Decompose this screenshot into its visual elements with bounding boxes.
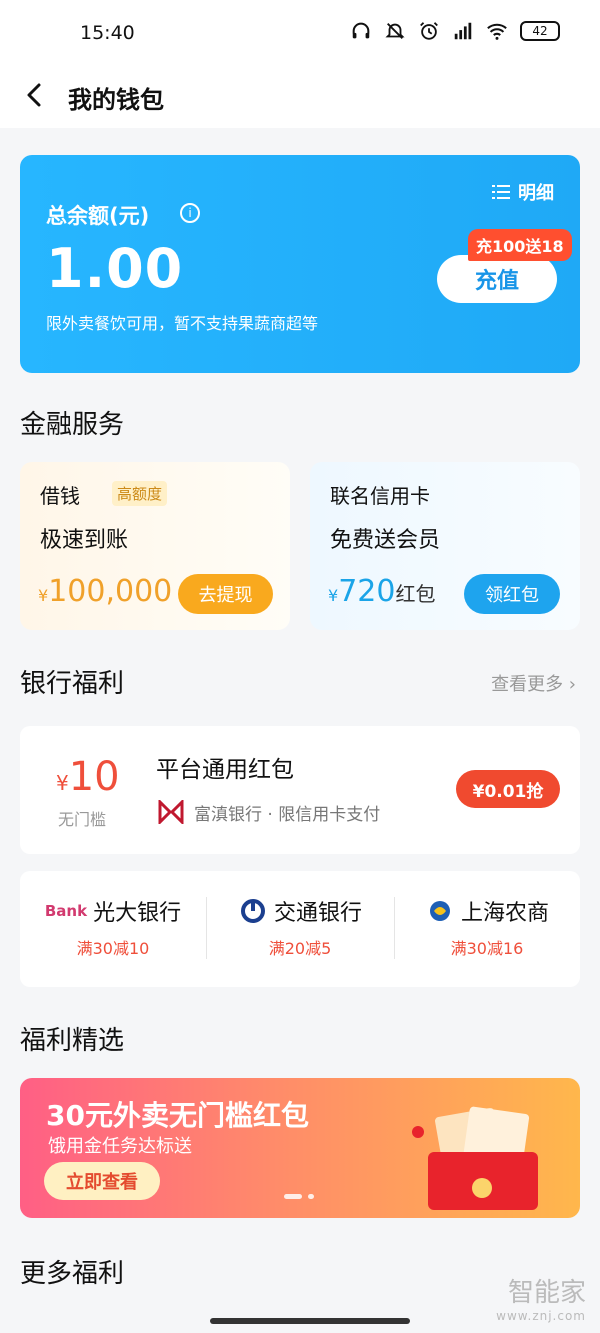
finance-section-title: 金融服务: [20, 410, 125, 440]
red-envelope-illustration-icon: [412, 1106, 538, 1210]
balance-limit-note: 限外卖餐饮可用，暂不支持果蔬商超等: [46, 314, 319, 333]
bank-name: 交通银行: [273, 901, 362, 926]
bank-deal: 满30减16: [450, 939, 524, 958]
mute-icon: [385, 23, 405, 39]
bank-name: 上海农商: [460, 901, 549, 926]
more-benefits-section-title: 更多福利: [20, 1259, 125, 1289]
banner-title: 30元外卖无门槛红包: [46, 1099, 309, 1132]
signal-icon: [454, 22, 472, 40]
carousel-dots: [284, 1194, 314, 1199]
status-bar: 15:40 42: [0, 0, 600, 64]
fudian-bank-logo-icon: [158, 800, 184, 824]
bank-name: 光大银行: [93, 901, 182, 926]
bank-offer-item[interactable]: 交通银行 满20减5: [207, 895, 393, 959]
detail-link[interactable]: 明细: [492, 179, 554, 205]
coupon-condition: 无门槛: [58, 810, 107, 829]
loan-name: 借钱: [40, 484, 80, 508]
page-header: 我的钱包: [0, 64, 600, 128]
shanghai-rural-bank-logo-icon: [429, 901, 450, 921]
info-icon[interactable]: i: [180, 203, 200, 223]
credit-card-amount: ¥720红包: [328, 574, 436, 609]
watermark: 智能家 www.znj.com: [496, 1278, 586, 1323]
bank-of-communications-logo-icon: [240, 899, 265, 923]
bank-benefits-section-title: 银行福利: [20, 669, 125, 699]
status-icons: 42: [350, 20, 560, 42]
wifi-icon: [487, 23, 507, 40]
detail-label: 明细: [518, 183, 554, 204]
bank-offers: Bank 光大银行 满30减10 交通银行 满20减5 上海农商 满30减16: [20, 871, 580, 987]
status-time: 15:40: [80, 22, 135, 44]
home-indicator[interactable]: [210, 1318, 410, 1324]
coupon-description: 富滇银行 · 限信用卡支付: [194, 805, 381, 825]
battery-icon: 42: [520, 21, 560, 41]
credit-card-subtitle: 免费送会员: [330, 528, 441, 553]
recharge-promo-badge: 充100送18: [468, 229, 572, 261]
loan-tag: 高额度: [112, 481, 168, 506]
page-title: 我的钱包: [68, 86, 164, 114]
loan-amount: ¥100,000: [38, 574, 173, 609]
promo-banner[interactable]: 30元外卖无门槛红包 饿用金任务达标送 立即查看: [20, 1078, 580, 1218]
recharge-button[interactable]: 充值: [437, 255, 557, 303]
back-arrow-icon[interactable]: [20, 80, 50, 110]
headphones-icon: [352, 22, 370, 39]
credit-card-name: 联名信用卡: [330, 484, 430, 508]
coupon-card[interactable]: ¥10 无门槛 平台通用红包 富滇银行 · 限信用卡支付 ¥0.01抢: [20, 726, 580, 854]
wallet-balance-card: 总余额(元) i 1.00 限外卖餐饮可用，暂不支持果蔬商超等 明细 充值 充1…: [20, 155, 580, 373]
list-icon: [492, 185, 510, 199]
banner-subtitle: 饿用金任务达标送: [48, 1136, 192, 1157]
bank-deal: 满30减10: [76, 939, 150, 958]
featured-section-title: 福利精选: [20, 1026, 125, 1056]
bank-offer-item[interactable]: Bank 光大银行 满30减10: [20, 895, 206, 959]
bank-deal: 满20减5: [268, 939, 332, 958]
grab-coupon-button[interactable]: ¥0.01抢: [456, 770, 560, 808]
loan-subtitle: 极速到账: [40, 528, 129, 553]
see-more-link[interactable]: 查看更多 ›: [491, 670, 576, 696]
withdraw-button[interactable]: 去提现: [178, 574, 273, 614]
credit-card-card[interactable]: 联名信用卡 免费送会员 ¥720红包 领红包: [310, 462, 580, 630]
alarm-icon: [420, 22, 438, 40]
balance-amount: 1.00: [46, 237, 184, 300]
get-red-packet-button[interactable]: 领红包: [464, 574, 560, 614]
balance-label: 总余额(元): [46, 204, 150, 228]
bank-offer-item[interactable]: 上海农商 满30减16: [394, 895, 580, 959]
view-now-button[interactable]: 立即查看: [44, 1162, 160, 1200]
coupon-name: 平台通用红包: [156, 757, 294, 783]
coupon-amount: ¥10: [56, 754, 120, 800]
loan-card[interactable]: 借钱 高额度 极速到账 ¥100,000 去提现: [20, 462, 290, 630]
everbright-bank-logo-icon: Bank: [44, 902, 88, 920]
